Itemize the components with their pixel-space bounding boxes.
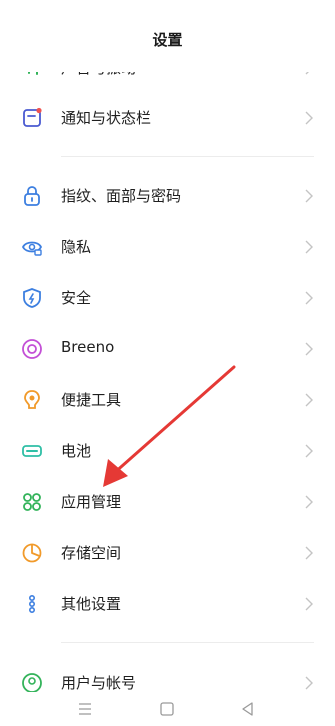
- more-settings-icon: [20, 592, 44, 616]
- settings-item-label: 存储空间: [61, 544, 122, 562]
- chevron-right-icon: [304, 675, 314, 691]
- app-grid-icon: [20, 490, 44, 514]
- home-icon[interactable]: [158, 700, 176, 718]
- settings-item-notification[interactable]: 通知与状态栏: [0, 94, 335, 142]
- section-divider: [61, 642, 314, 643]
- section-divider: [61, 156, 314, 157]
- settings-item-label: 其他设置: [61, 595, 122, 613]
- chevron-right-icon: [304, 443, 314, 459]
- notification-icon: [20, 106, 44, 130]
- settings-item-breeno[interactable]: Breeno: [0, 325, 335, 373]
- settings-item-battery[interactable]: 电池: [0, 427, 335, 475]
- chevron-right-icon: [304, 188, 314, 204]
- chevron-right-icon: [304, 110, 314, 126]
- settings-item-privacy[interactable]: 隐私: [0, 223, 335, 271]
- battery-icon: [20, 439, 44, 463]
- header-bar: 设置: [0, 0, 335, 72]
- settings-item-password[interactable]: 指纹、面部与密码: [0, 172, 335, 220]
- breeno-icon: [20, 337, 44, 361]
- settings-item-app-management[interactable]: 应用管理: [0, 478, 335, 526]
- chevron-right-icon: [304, 239, 314, 255]
- menu-icon[interactable]: [76, 700, 94, 718]
- settings-item-label: 隐私: [61, 238, 92, 256]
- chevron-right-icon: [304, 545, 314, 561]
- page-title: 设置: [152, 31, 183, 49]
- settings-item-label: 指纹、面部与密码: [61, 187, 182, 205]
- chevron-right-icon: [304, 392, 314, 408]
- chevron-right-icon: [304, 494, 314, 510]
- settings-item-label: 应用管理: [61, 493, 122, 511]
- settings-item-label: 电池: [61, 442, 92, 460]
- chevron-right-icon: [304, 596, 314, 612]
- settings-item-tools[interactable]: 便捷工具: [0, 376, 335, 424]
- settings-item-security[interactable]: 安全: [0, 274, 335, 322]
- settings-item-label: 便捷工具: [61, 391, 122, 409]
- privacy-eye-icon: [20, 235, 44, 259]
- settings-item-storage[interactable]: 存储空间: [0, 529, 335, 577]
- chevron-right-icon: [304, 290, 314, 306]
- settings-item-label: Breeno: [61, 338, 115, 356]
- storage-pie-icon: [20, 541, 44, 565]
- settings-item-label: 用户与帐号: [61, 674, 137, 692]
- system-nav-bar: [0, 692, 335, 726]
- back-icon[interactable]: [239, 700, 257, 718]
- convenience-tool-icon: [20, 388, 44, 412]
- settings-item-other[interactable]: 其他设置: [0, 580, 335, 628]
- lock-icon: [20, 184, 44, 208]
- settings-item-label: 通知与状态栏: [61, 109, 152, 127]
- chevron-right-icon: [304, 341, 314, 357]
- settings-item-label: 安全: [61, 289, 92, 307]
- shield-icon: [20, 286, 44, 310]
